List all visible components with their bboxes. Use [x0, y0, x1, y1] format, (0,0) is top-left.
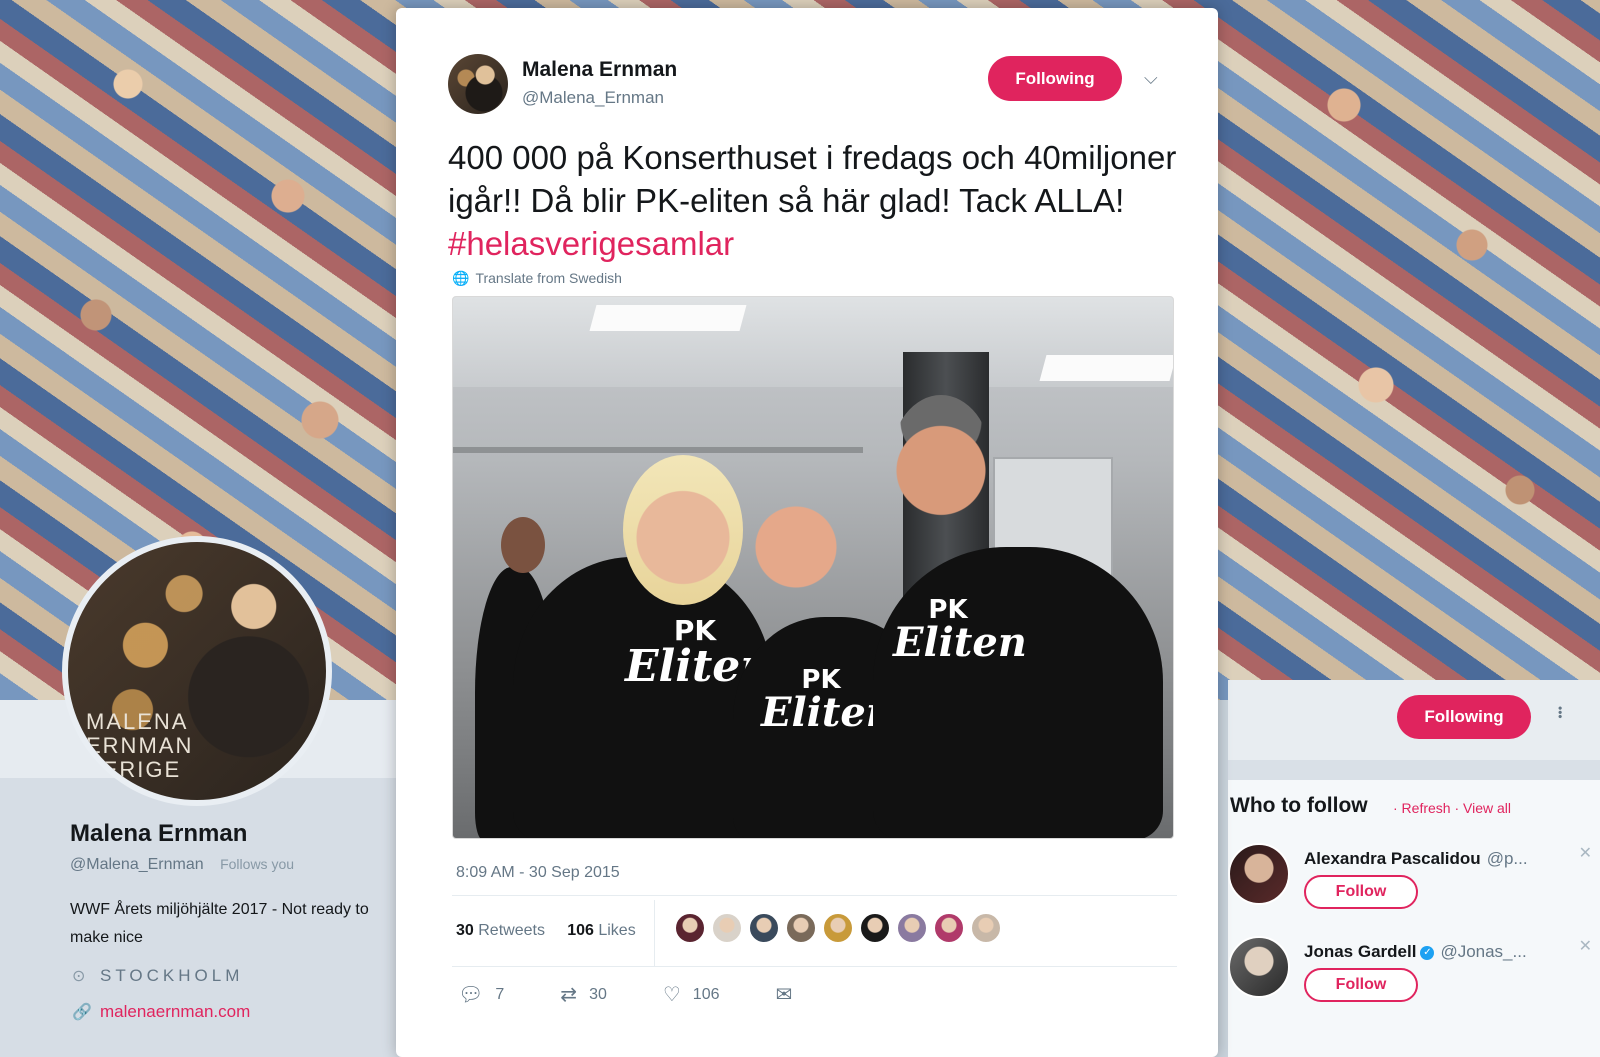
liker-avatar[interactable] — [711, 912, 743, 944]
more-options-icon[interactable]: ••• — [1553, 706, 1567, 719]
translate-text: Translate from Swedish — [475, 270, 622, 286]
verified-badge-icon: ✓ — [1420, 945, 1435, 960]
liker-avatar[interactable] — [748, 912, 780, 944]
retweets-stat[interactable]: 30 Retweets — [456, 922, 545, 939]
tweet-body: 400 000 på Konserthuset i fredags och 40… — [448, 139, 1177, 219]
tweet-modal: Malena Ernman @Malena_Ernman Following ⌵… — [396, 8, 1218, 1057]
refresh-link[interactable]: · Refresh — [1393, 800, 1451, 816]
tweet-author-handle[interactable]: @Malena_Ernman — [522, 88, 664, 108]
link-icon: 🔗 — [72, 1004, 92, 1021]
tweet-photo[interactable]: PK Eliten PK Eliten PK Eliten — [452, 296, 1174, 839]
profile-avatar[interactable]: MALENA ERNMAN VERIGE — [62, 536, 332, 806]
view-all-link[interactable]: · View all — [1454, 800, 1511, 816]
divider — [452, 966, 1177, 967]
divider — [452, 895, 1177, 896]
suggestion-name[interactable]: Jonas Gardell ✓ @Jonas_... — [1304, 942, 1527, 962]
following-button[interactable]: Following — [1397, 695, 1531, 739]
likes-stat[interactable]: 106 Likes — [567, 922, 636, 939]
follows-you-badge: Follows you — [220, 856, 295, 872]
retweet-button[interactable]: ⇄ 30 — [560, 982, 607, 1007]
photo-head — [623, 455, 743, 605]
globe-icon: 🌐 — [452, 270, 470, 286]
suggestion-avatar[interactable] — [1228, 936, 1290, 998]
tweet-text: 400 000 på Konserthuset i fredags och 40… — [448, 136, 1178, 265]
liker-avatar[interactable] — [933, 912, 965, 944]
liker-avatar[interactable] — [970, 912, 1002, 944]
profile-name[interactable]: Malena Ernman — [70, 820, 247, 848]
translate-link[interactable]: 🌐 Translate from Swedish — [452, 270, 622, 287]
who-to-follow-links: · Refresh · View all — [1393, 800, 1511, 816]
shirt-print: PK Eliten — [893, 595, 1027, 666]
tweet-author-avatar[interactable] — [448, 54, 508, 114]
liker-avatar[interactable] — [674, 912, 706, 944]
location-text: STOCKHOLM — [100, 966, 244, 985]
hashtag-link[interactable]: #helasverigesamlar — [448, 225, 734, 262]
suggestion-row: Alexandra Pascalidou @p... Follow ✕ — [1228, 843, 1600, 935]
suggestion-row: Jonas Gardell ✓ @Jonas_... Follow ✕ — [1228, 936, 1600, 1028]
liker-avatar[interactable] — [822, 912, 854, 944]
tweet-timestamp[interactable]: 8:09 AM - 30 Sep 2015 — [456, 864, 620, 882]
profile-location: ⊙ STOCKHOLM — [72, 966, 243, 986]
who-to-follow-title: Who to follow — [1230, 794, 1368, 817]
retweet-icon: ⇄ — [560, 984, 578, 1006]
dismiss-icon[interactable]: ✕ — [1579, 843, 1592, 863]
profile-handle[interactable]: @Malena_Ernman Follows you — [70, 856, 294, 874]
photo-head — [755, 495, 837, 599]
follow-button[interactable]: Follow — [1304, 968, 1418, 1002]
reply-icon: 💬︎ — [458, 984, 484, 1006]
liker-avatar[interactable] — [859, 912, 891, 944]
photo-rack — [453, 447, 863, 453]
likers-avatars — [674, 912, 1007, 948]
dismiss-icon[interactable]: ✕ — [1579, 936, 1592, 956]
reply-count: 7 — [495, 985, 505, 1003]
photo-light — [1039, 355, 1173, 381]
tweet-following-button[interactable]: Following — [988, 56, 1122, 101]
like-button[interactable]: ♡ 106 — [663, 982, 720, 1007]
photo-light — [589, 305, 747, 331]
tweet-author-name[interactable]: Malena Ernman — [522, 58, 677, 82]
profile-bio: WWF Årets miljöhjälte 2017 - Not ready t… — [70, 901, 369, 946]
reply-button[interactable]: 💬︎ 7 — [458, 982, 504, 1007]
tweet-stats: 30 Retweets 106 Likes — [456, 922, 636, 940]
profile-handle-text: @Malena_Ernman — [70, 856, 204, 873]
liker-avatar[interactable] — [896, 912, 928, 944]
envelope-icon: ✉ — [775, 984, 793, 1006]
photo-person — [873, 547, 1163, 838]
follow-button[interactable]: Follow — [1304, 875, 1418, 909]
direct-message-button[interactable]: ✉ — [776, 982, 805, 1007]
tweet-actions: 💬︎ 7 ⇄ 30 ♡ 106 ✉ — [458, 982, 860, 1007]
heart-icon: ♡ — [662, 984, 681, 1006]
website-text: malenaernman.com — [100, 1002, 251, 1021]
divider — [654, 900, 655, 966]
photo-head — [501, 517, 545, 573]
avatar-text: MALENA ERNMAN VERIGE — [86, 709, 194, 782]
chevron-down-icon[interactable]: ⌵ — [1144, 68, 1166, 90]
suggestion-avatar[interactable] — [1228, 843, 1290, 905]
shirt-print: PK Eliten — [761, 665, 895, 736]
liker-avatar[interactable] — [785, 912, 817, 944]
suggestion-name[interactable]: Alexandra Pascalidou @p... — [1304, 849, 1528, 869]
photo-head — [891, 395, 991, 525]
profile-website-link[interactable]: 🔗 malenaernman.com — [72, 1002, 250, 1022]
like-count: 106 — [692, 985, 720, 1003]
retweet-count: 30 — [589, 985, 607, 1003]
location-pin-icon: ⊙ — [72, 968, 90, 985]
